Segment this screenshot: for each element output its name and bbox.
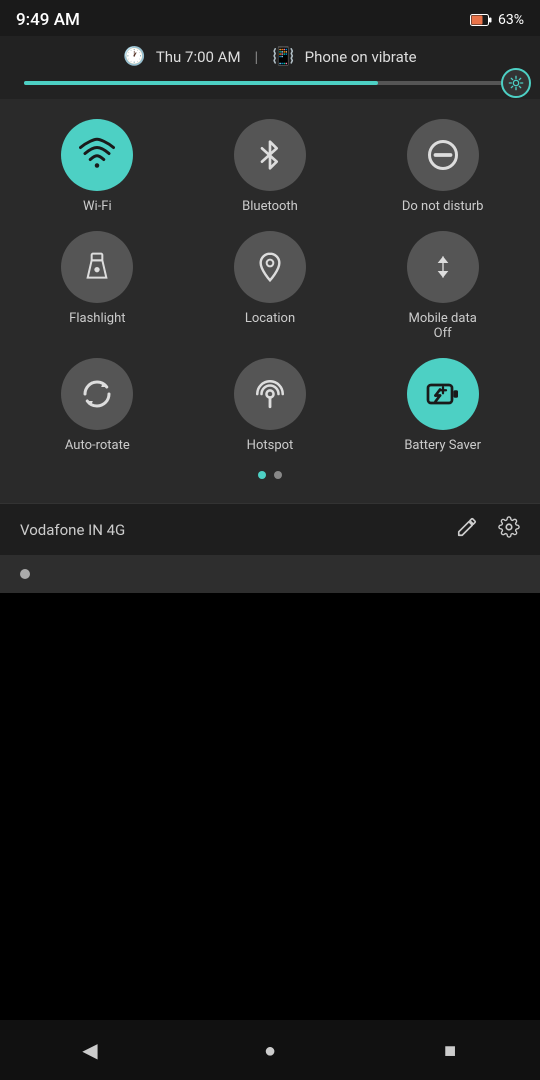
location-icon-circle[interactable]: [234, 231, 306, 303]
alarm-icon: 🕐: [123, 46, 145, 67]
autorotate-label: Auto-rotate: [65, 438, 130, 454]
page-indicators: [16, 471, 524, 479]
flashlight-icon-circle[interactable]: [61, 231, 133, 303]
alarm-time: Thu 7:00 AM: [156, 48, 241, 66]
tile-hotspot[interactable]: Hotspot: [189, 358, 352, 454]
wifi-icon-circle[interactable]: [61, 119, 133, 191]
brightness-track[interactable]: [24, 81, 516, 85]
home-button[interactable]: ●: [250, 1030, 290, 1070]
dnd-icon: [425, 137, 461, 173]
flashlight-label: Flashlight: [69, 311, 125, 327]
settings-svg-icon: [498, 516, 520, 538]
dnd-icon-circle[interactable]: [407, 119, 479, 191]
location-label: Location: [245, 311, 295, 327]
status-bar: 9:49 AM 63%: [0, 0, 540, 36]
batterysaver-icon-circle[interactable]: [407, 358, 479, 430]
tile-wifi[interactable]: Wi-Fi: [16, 119, 179, 215]
battery-icon: [470, 13, 492, 27]
bottom-bar: Vodafone IN 4G: [0, 503, 540, 555]
bottom-actions: [456, 516, 520, 543]
hotspot-icon-circle[interactable]: [234, 358, 306, 430]
tile-bluetooth[interactable]: Bluetooth: [189, 119, 352, 215]
mobiledata-icon: [427, 251, 459, 283]
tile-flashlight[interactable]: Flashlight: [16, 231, 179, 342]
location-icon: [254, 251, 286, 283]
brightness-fill: [24, 81, 378, 85]
brightness-thumb[interactable]: [501, 68, 531, 98]
battery-percent: 63%: [498, 12, 524, 28]
tile-dnd[interactable]: Do not disturb: [361, 119, 524, 215]
edit-icon[interactable]: [456, 516, 478, 543]
alarm-row: 🕐 Thu 7:00 AM | 📳 Phone on vibrate: [20, 46, 520, 67]
mobiledata-label: Mobile data Off: [409, 311, 477, 342]
page-dot-2: [274, 471, 282, 479]
status-time: 9:49 AM: [16, 10, 80, 30]
settings-icon[interactable]: [498, 516, 520, 543]
status-right: 63%: [470, 12, 524, 28]
page-dot-1: [258, 471, 266, 479]
tiles-grid: Wi-Fi Bluetooth Do not disturb: [16, 119, 524, 453]
wifi-label: Wi-Fi: [83, 199, 112, 215]
back-button[interactable]: ◀: [70, 1030, 110, 1070]
tile-batterysaver[interactable]: Battery Saver: [361, 358, 524, 454]
mobiledata-icon-circle[interactable]: [407, 231, 479, 303]
brightness-row[interactable]: [20, 81, 520, 85]
vibrate-icon: 📳: [272, 46, 294, 67]
sun-icon: [508, 75, 524, 91]
tile-location[interactable]: Location: [189, 231, 352, 342]
tile-autorotate[interactable]: Auto-rotate: [16, 358, 179, 454]
hotspot-label: Hotspot: [247, 438, 294, 454]
autorotate-icon-circle[interactable]: [61, 358, 133, 430]
notification-panel: 🕐 Thu 7:00 AM | 📳 Phone on vibrate: [0, 36, 540, 99]
tile-mobiledata[interactable]: Mobile data Off: [361, 231, 524, 342]
vibrate-label: Phone on vibrate: [305, 48, 417, 66]
autorotate-icon: [79, 376, 115, 412]
hotspot-icon: [253, 377, 287, 411]
notification-strip: [0, 555, 540, 593]
carrier-label: Vodafone IN 4G: [20, 521, 125, 539]
edit-svg-icon: [456, 516, 478, 538]
batterysaver-icon: [425, 376, 461, 412]
dnd-label: Do not disturb: [402, 199, 484, 215]
quick-tiles-section: Wi-Fi Bluetooth Do not disturb: [0, 99, 540, 503]
batterysaver-label: Battery Saver: [404, 438, 481, 454]
bluetooth-label: Bluetooth: [242, 199, 298, 215]
nav-bar: ◀ ● ■: [0, 1020, 540, 1080]
bluetooth-icon-circle[interactable]: [234, 119, 306, 191]
flashlight-icon: [81, 251, 113, 283]
bluetooth-icon: [254, 139, 286, 171]
wifi-icon: [79, 137, 115, 173]
recents-button[interactable]: ■: [430, 1030, 470, 1070]
notif-dot: [20, 569, 30, 579]
separator: |: [255, 48, 259, 66]
